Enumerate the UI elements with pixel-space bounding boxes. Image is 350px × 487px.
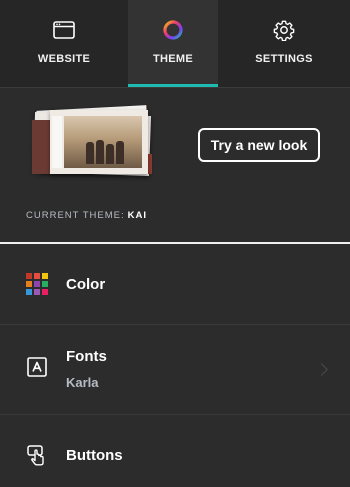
menu-item-color[interactable]: Color <box>0 244 350 325</box>
color-swatch <box>26 281 32 287</box>
color-swatch <box>34 281 40 287</box>
button-tap-icon <box>26 444 48 466</box>
tab-website-label: WEBSITE <box>37 53 91 65</box>
menu-item-color-title: Color <box>66 276 106 293</box>
font-box-icon <box>26 356 48 378</box>
theme-thumbnail-side-panel <box>32 120 52 174</box>
color-swatch <box>26 273 32 279</box>
menu-item-buttons[interactable]: Buttons <box>0 415 350 487</box>
tab-theme-label: THEME <box>153 53 193 65</box>
browser-window-icon <box>53 19 75 41</box>
menu-item-fonts[interactable]: Fonts Karla <box>0 325 350 415</box>
current-theme-label: CURRENT THEME: <box>26 210 125 221</box>
try-new-look-button[interactable]: Try a new look <box>198 128 320 162</box>
chevron-right-icon <box>315 363 328 376</box>
theme-thumbnail-front <box>50 110 148 174</box>
color-wheel-icon <box>162 19 184 41</box>
theme-thumbnail-stack[interactable] <box>32 105 160 178</box>
current-theme-caption: CURRENT THEME: KAI <box>26 210 147 221</box>
theme-preview-section: Try a new look CURRENT THEME: KAI <box>0 88 350 242</box>
tab-website[interactable]: WEBSITE <box>0 0 128 87</box>
color-swatch <box>42 273 48 279</box>
top-tab-bar: WEBSITE THEME SETTINGS <box>0 0 350 88</box>
menu-item-buttons-title: Buttons <box>66 447 123 464</box>
color-swatch <box>34 273 40 279</box>
tab-theme[interactable]: THEME <box>128 0 218 87</box>
active-tab-indicator <box>128 84 218 87</box>
thumbnail-hero-photo <box>64 116 142 168</box>
color-swatch <box>42 281 48 287</box>
gear-icon <box>273 19 295 41</box>
thumbnail-sidebar <box>52 116 62 168</box>
tab-settings-label: SETTINGS <box>255 53 313 65</box>
color-swatch <box>42 289 48 295</box>
color-swatch <box>34 289 40 295</box>
menu-item-fonts-value: Karla <box>66 375 99 390</box>
tab-settings[interactable]: SETTINGS <box>218 0 350 87</box>
color-swatch <box>26 289 32 295</box>
menu-item-fonts-title: Fonts <box>66 348 107 365</box>
current-theme-name: KAI <box>127 210 148 221</box>
color-swatches-icon <box>26 273 48 295</box>
